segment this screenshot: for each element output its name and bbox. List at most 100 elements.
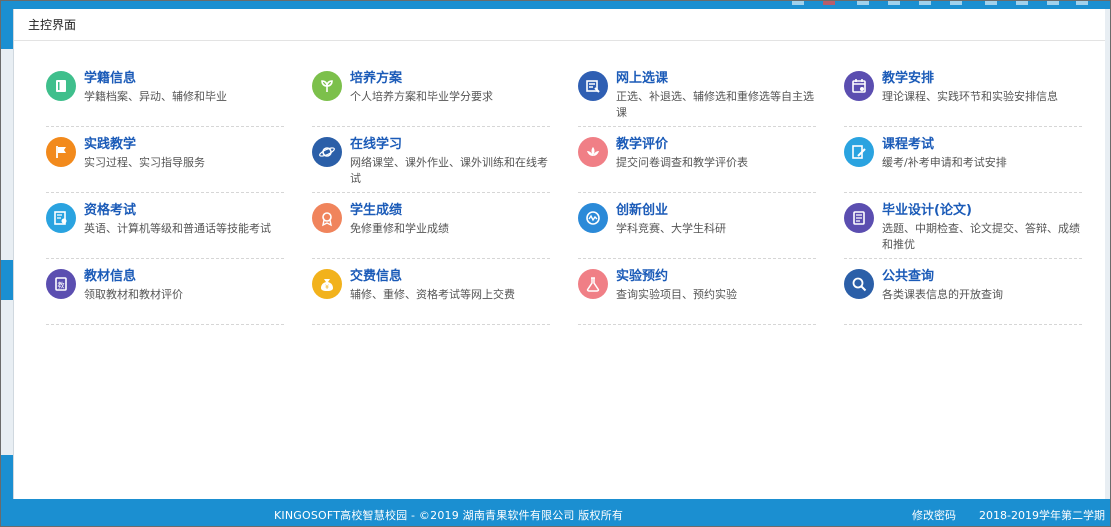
- module-text: 学生成绩免修重修和学业成绩: [350, 193, 550, 237]
- module-tile[interactable]: 实验预约查询实验项目、预约实验: [578, 259, 816, 325]
- module-tile[interactable]: 毕业设计(论文) 选题、中期检查、论文提交、答辩、成绩和推优: [844, 193, 1082, 259]
- module-tile[interactable]: 培养方案个人培养方案和毕业学分要求: [312, 61, 550, 127]
- module-text: 毕业设计(论文) 选题、中期检查、论文提交、答辩、成绩和推优: [882, 193, 1082, 253]
- module-title[interactable]: 毕业设计(论文): [882, 202, 1082, 219]
- module-tile[interactable]: 在线学习网络课堂、课外作业、课外训练和在线考试: [312, 127, 550, 193]
- module-title[interactable]: 学籍信息: [84, 70, 284, 87]
- sidebar-tab[interactable]: [0, 260, 13, 300]
- module-description: 个人培养方案和毕业学分要求: [350, 90, 493, 103]
- main-panel: 主控界面 学籍信息 学籍档案、异动、辅修和毕业 培养方案 个人培养方案和毕业学分要求网…: [13, 9, 1105, 499]
- toolbar-icon[interactable]: [792, 0, 804, 5]
- footer: KINGOSOFT高校智慧校园 - ©2019 湖南青果软件有限公司 版权所有 …: [0, 499, 1111, 527]
- module-text: 学籍信息学籍档案、异动、辅修和毕业: [84, 61, 284, 105]
- module-title[interactable]: 教学安排: [882, 70, 1082, 87]
- module-title[interactable]: 教材信息: [84, 268, 284, 285]
- toolbar-icon[interactable]: [888, 0, 900, 5]
- module-grid: 学籍信息学籍档案、异动、辅修和毕业 培养方案个人培养方案和毕业学分要求 网上选课正选…: [46, 61, 1098, 325]
- module-text: 实验预约查询实验项目、预约实验: [616, 259, 816, 303]
- toolbar-icon[interactable]: [950, 0, 962, 5]
- textbook-icon: 教: [46, 269, 76, 299]
- module-tile[interactable]: ¥ 交费信息辅修、重修、资格考试等网上交费: [312, 259, 550, 325]
- module-text: 教学安排理论课程、实践环节和实验安排信息: [882, 61, 1082, 105]
- toolbar-icon[interactable]: [1047, 0, 1059, 5]
- module-title[interactable]: 培养方案: [350, 70, 550, 87]
- toolbar-icon[interactable]: [985, 0, 997, 5]
- seedling-icon: [312, 71, 342, 101]
- module-title[interactable]: 网上选课: [616, 70, 816, 87]
- book-icon: [46, 71, 76, 101]
- sidebar-tab[interactable]: [0, 9, 13, 49]
- toolbar-icon[interactable]: [919, 0, 931, 5]
- module-title[interactable]: 公共查询: [882, 268, 1082, 285]
- module-tile[interactable]: 教学评价提交问卷调查和教学评价表: [578, 127, 816, 193]
- lotus-icon: [578, 137, 608, 167]
- module-title[interactable]: 交费信息: [350, 268, 550, 285]
- flask-icon: [578, 269, 608, 299]
- module-tile[interactable]: 公共查询各类课表信息的开放查询: [844, 259, 1082, 325]
- module-description: 辅修、重修、资格考试等网上交费: [350, 288, 515, 301]
- module-description: 英语、计算机等级和普通话等技能考试: [84, 222, 271, 235]
- calendar-icon: [844, 71, 874, 101]
- module-description: 网络课堂、课外作业、课外训练和在线考试: [350, 156, 548, 185]
- module-description: 学籍档案、异动、辅修和毕业: [84, 90, 227, 103]
- module-description: 领取教材和教材评价: [84, 288, 183, 301]
- module-description: 查询实验项目、预约实验: [616, 288, 737, 301]
- module-title[interactable]: 实验预约: [616, 268, 816, 285]
- module-title[interactable]: 实践教学: [84, 136, 284, 153]
- module-title[interactable]: 创新创业: [616, 202, 816, 219]
- page-title-bar: 主控界面: [14, 9, 1105, 41]
- module-text: 课程考试缓考/补考申请和考试安排: [882, 127, 1082, 171]
- toolbar-icon[interactable]: [1076, 0, 1088, 5]
- toolbar-icon[interactable]: [857, 0, 869, 5]
- change-password-link[interactable]: 修改密码: [912, 507, 956, 523]
- exam-pen-icon: [844, 137, 874, 167]
- module-description: 实习过程、实习指导服务: [84, 156, 205, 169]
- module-description: 提交问卷调查和教学评价表: [616, 156, 748, 169]
- module-description: 免修重修和学业成绩: [350, 222, 449, 235]
- innovation-icon: [578, 203, 608, 233]
- planet-icon: [312, 137, 342, 167]
- svg-text:¥: ¥: [325, 284, 329, 291]
- module-description: 选题、中期检查、论文提交、答辩、成绩和推优: [882, 222, 1080, 251]
- thesis-icon: [844, 203, 874, 233]
- sidebar-tab[interactable]: [0, 455, 13, 499]
- money-bag-icon: ¥: [312, 269, 342, 299]
- svg-text:教: 教: [58, 281, 65, 290]
- module-text: 培养方案个人培养方案和毕业学分要求: [350, 61, 550, 105]
- current-term: 2018-2019学年第二学期: [979, 509, 1105, 522]
- module-tile[interactable]: 学籍信息学籍档案、异动、辅修和毕业: [46, 61, 284, 127]
- module-text: 交费信息辅修、重修、资格考试等网上交费: [350, 259, 550, 303]
- module-title[interactable]: 学生成绩: [350, 202, 550, 219]
- module-text: 资格考试英语、计算机等级和普通话等技能考试: [84, 193, 284, 237]
- module-text: 实践教学实习过程、实习指导服务: [84, 127, 284, 171]
- module-description: 缓考/补考申请和考试安排: [882, 156, 1007, 169]
- search-icon: [844, 269, 874, 299]
- module-tile[interactable]: 资格考试英语、计算机等级和普通话等技能考试: [46, 193, 284, 259]
- module-tile[interactable]: 教学安排理论课程、实践环节和实验安排信息: [844, 61, 1082, 127]
- module-tile[interactable]: 网上选课正选、补退选、辅修选和重修选等自主选课: [578, 61, 816, 127]
- toolbar-icon[interactable]: [823, 0, 835, 5]
- module-text: 公共查询各类课表信息的开放查询: [882, 259, 1082, 303]
- module-tile[interactable]: 实践教学实习过程、实习指导服务: [46, 127, 284, 193]
- module-description: 正选、补退选、辅修选和重修选等自主选课: [616, 90, 814, 119]
- certificate-icon: [46, 203, 76, 233]
- module-tile[interactable]: 学生成绩免修重修和学业成绩: [312, 193, 550, 259]
- top-bar: [0, 0, 1111, 9]
- module-description: 各类课表信息的开放查询: [882, 288, 1003, 301]
- module-description: 理论课程、实践环节和实验安排信息: [882, 90, 1058, 103]
- module-title[interactable]: 课程考试: [882, 136, 1082, 153]
- module-description: 学科竞赛、大学生科研: [616, 222, 726, 235]
- module-tile[interactable]: 教 教材信息领取教材和教材评价: [46, 259, 284, 325]
- module-text: 教材信息领取教材和教材评价: [84, 259, 284, 303]
- module-title[interactable]: 资格考试: [84, 202, 284, 219]
- course-selection-icon: [578, 71, 608, 101]
- module-tile[interactable]: 创新创业学科竞赛、大学生科研: [578, 193, 816, 259]
- medal-icon: [312, 203, 342, 233]
- module-text: 网上选课正选、补退选、辅修选和重修选等自主选课: [616, 61, 816, 121]
- module-text: 教学评价提交问卷调查和教学评价表: [616, 127, 816, 171]
- module-title[interactable]: 教学评价: [616, 136, 816, 153]
- module-tile[interactable]: 课程考试缓考/补考申请和考试安排: [844, 127, 1082, 193]
- toolbar-icon[interactable]: [1016, 0, 1028, 5]
- module-title[interactable]: 在线学习: [350, 136, 550, 153]
- module-text: 在线学习网络课堂、课外作业、课外训练和在线考试: [350, 127, 550, 187]
